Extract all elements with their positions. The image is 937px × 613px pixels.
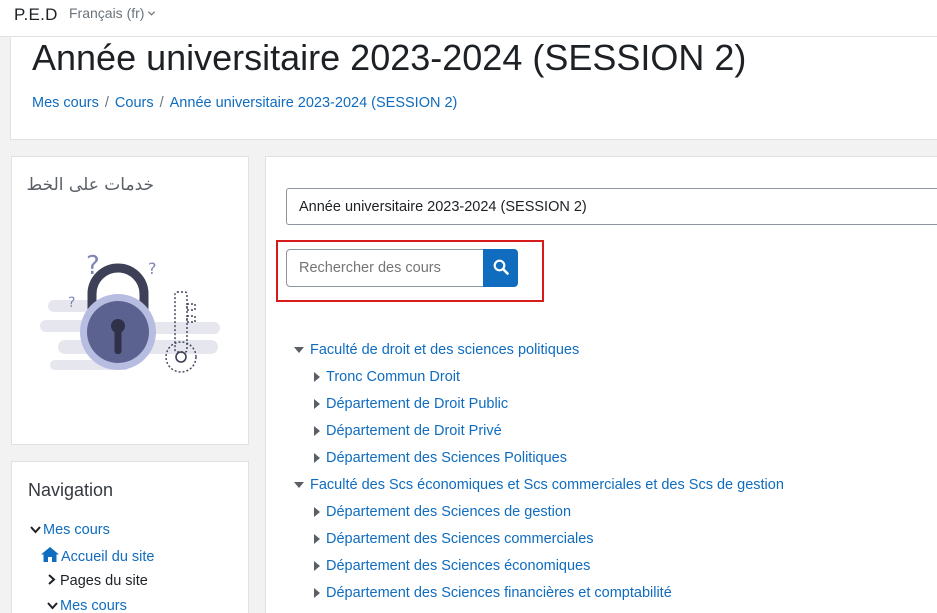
category-select[interactable]: Année universitaire 2023-2024 (SESSION 2…	[286, 188, 937, 225]
tree-item-department[interactable]: Tronc Commun Droit	[314, 369, 460, 385]
nav-item-my-courses[interactable]: Mes cours	[30, 522, 110, 538]
tree-item-department[interactable]: Département des Sciences Politiques	[314, 450, 567, 466]
caret-right-icon	[314, 453, 320, 463]
caret-right-icon	[314, 399, 320, 409]
home-icon	[41, 547, 61, 566]
breadcrumb-separator: /	[104, 95, 109, 111]
nav-item-label: Mes cours	[60, 598, 127, 613]
chevron-right-icon	[47, 574, 60, 588]
online-services-block: خدمات على الخط ? ? ?	[11, 156, 249, 445]
breadcrumb-separator: /	[159, 95, 164, 111]
chevron-down-icon	[47, 599, 60, 613]
breadcrumb: Mes cours / Cours / Année universitaire 2023…	[32, 95, 457, 111]
caret-down-icon	[294, 482, 304, 488]
tree-item-department[interactable]: Département des Sciences de gestion	[314, 504, 571, 520]
breadcrumb-current[interactable]: Année universitaire 2023-2024 (SESSION 2…	[170, 95, 458, 111]
caret-right-icon	[314, 534, 320, 544]
navigation-title: Navigation	[28, 480, 114, 500]
svg-text:?: ?	[148, 259, 157, 278]
tree-item-label[interactable]: Tronc Commun Droit	[326, 369, 460, 385]
tree-item-label[interactable]: Département des Sciences Politiques	[326, 450, 567, 466]
nav-item-label: Pages du site	[60, 573, 148, 589]
svg-text:?: ?	[68, 295, 75, 311]
breadcrumb-courses[interactable]: Cours	[115, 95, 154, 111]
tree-item-faculty[interactable]: Faculté des Scs économiques et Scs comme…	[294, 477, 784, 493]
caret-right-icon	[314, 426, 320, 436]
caret-right-icon	[314, 561, 320, 571]
tree-item-label[interactable]: Faculté des Scs économiques et Scs comme…	[310, 477, 784, 493]
padlock-illustration: ? ? ?	[30, 212, 231, 412]
nav-item-my-courses-sub[interactable]: Mes cours	[47, 598, 127, 613]
breadcrumb-my-courses[interactable]: Mes cours	[32, 95, 99, 111]
language-menu[interactable]: Français (fr)	[69, 5, 156, 21]
chevron-down-icon	[30, 523, 43, 537]
caret-right-icon	[314, 372, 320, 382]
nav-item-label: Accueil du site	[61, 548, 155, 565]
tree-item-department[interactable]: Département de Droit Public	[314, 396, 508, 412]
caret-right-icon	[314, 588, 320, 598]
tree-item-label[interactable]: Département des Sciences économiques	[326, 558, 590, 574]
search-icon	[493, 259, 509, 278]
caret-down-icon	[294, 347, 304, 353]
language-label: Français (fr)	[69, 5, 145, 21]
site-brand[interactable]: P.E.D	[14, 5, 58, 25]
page-title: Année universitaire 2023-2024 (SESSION 2…	[32, 37, 747, 78]
tree-item-faculty[interactable]: Faculté de droit et des sciences politiq…	[294, 342, 579, 358]
navigation-block: Navigation Mes cours Accueil du site Pag…	[11, 461, 249, 613]
tree-item-department[interactable]: Département de Droit Privé	[314, 423, 502, 439]
tree-item-department[interactable]: Département des Sciences commerciales	[314, 531, 594, 547]
top-navbar: P.E.D Français (fr)	[0, 0, 937, 37]
tree-item-label[interactable]: Faculté de droit et des sciences politiq…	[310, 342, 579, 358]
main-content: Année universitaire 2023-2024 (SESSION 2…	[265, 156, 937, 613]
tree-item-label[interactable]: Département de Droit Privé	[326, 423, 502, 439]
tree-item-label[interactable]: Département de Droit Public	[326, 396, 508, 412]
caret-right-icon	[314, 507, 320, 517]
tree-item-label[interactable]: Département des Sciences financières et …	[326, 585, 672, 601]
tree-item-label[interactable]: Département des Sciences de gestion	[326, 504, 571, 520]
tree-item-department[interactable]: Département des Sciences économiques	[314, 558, 590, 574]
tree-item-department[interactable]: Département des Sciences financières et …	[314, 585, 672, 601]
nav-item-site-pages[interactable]: Pages du site	[47, 573, 148, 589]
page-header: Année universitaire 2023-2024 (SESSION 2…	[10, 37, 937, 140]
chevron-down-icon	[147, 5, 156, 21]
online-services-title: خدمات على الخط	[26, 175, 154, 195]
tree-item-label[interactable]: Département des Sciences commerciales	[326, 531, 594, 547]
search-courses-input[interactable]	[286, 249, 484, 287]
nav-item-label: Mes cours	[43, 522, 110, 538]
nav-item-site-home[interactable]: Accueil du site	[41, 547, 155, 566]
search-button[interactable]	[483, 249, 518, 287]
